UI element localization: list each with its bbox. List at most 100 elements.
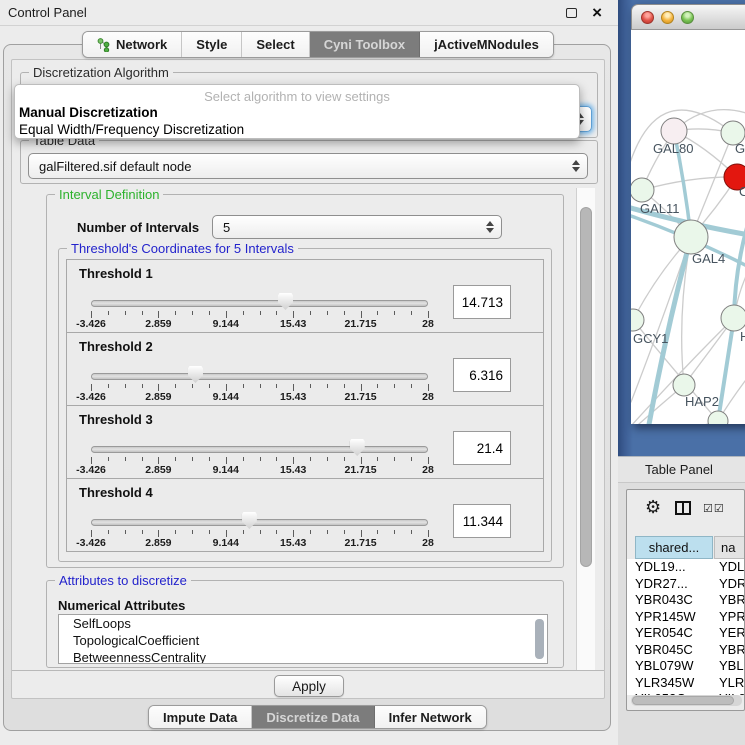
tick-mark	[108, 530, 109, 534]
threshold-slider-track[interactable]	[91, 373, 428, 380]
network-edge[interactable]	[631, 421, 718, 424]
close-icon[interactable]: ×	[592, 2, 602, 24]
threshold-slider-track[interactable]	[91, 300, 428, 307]
threshold-label: Threshold 3	[79, 412, 153, 427]
threshold-label: Threshold 1	[79, 266, 153, 281]
table-row[interactable]: YDL19...YDL1	[627, 559, 745, 576]
columns-icon[interactable]	[675, 501, 691, 515]
threshold-slider-handle[interactable]	[188, 366, 203, 383]
threshold-value-field[interactable]: 11.344	[453, 504, 511, 538]
slider-tick-labels: -3.4262.8599.14415.4321.71528	[91, 464, 428, 476]
numerical-attributes-list[interactable]: SelfLoopsTopologicalCoefficientBetweenne…	[58, 614, 548, 664]
threshold-slider-handle[interactable]	[350, 439, 365, 456]
cyni-bottom-tabbar: Impute DataDiscretize DataInfer Network	[148, 705, 487, 729]
network-canvas[interactable]: GAL80GCGAL11GAL4GCY1HHAP2	[631, 30, 745, 424]
number-of-intervals-combobox[interactable]: 5	[212, 215, 502, 239]
minimize-traffic-light-icon[interactable]	[661, 11, 674, 24]
table-row[interactable]: YBR043CYBR0	[627, 592, 745, 609]
cell-name: YBR0	[719, 642, 745, 657]
network-edge[interactable]	[642, 177, 737, 190]
table-horizontal-scrollbar-thumb[interactable]	[632, 696, 734, 705]
table-horizontal-scrollbar[interactable]	[631, 695, 742, 706]
tab-infer-network[interactable]: Infer Network	[375, 706, 486, 728]
table-row[interactable]: YLR345WYLR3	[627, 675, 745, 692]
node-red-label: C	[739, 184, 745, 199]
column-header-shared[interactable]: shared...	[635, 536, 713, 559]
network-view-frame: GAL80GCGAL11GAL4GCY1HHAP2	[618, 0, 745, 456]
tick-mark	[377, 530, 378, 534]
attribute-list-item[interactable]: TopologicalCoefficient	[59, 632, 547, 649]
tick-mark	[243, 311, 244, 315]
threshold-slider-track[interactable]	[91, 519, 428, 526]
tick-mark	[411, 311, 412, 315]
tick-mark	[142, 384, 143, 388]
table-row[interactable]: YBR045CYBR0	[627, 642, 745, 659]
table-row[interactable]: YDR27...YDR2	[627, 576, 745, 593]
tick-mark	[276, 311, 277, 315]
tick-label: 28	[422, 391, 434, 403]
tab-style[interactable]: Style	[182, 32, 242, 57]
tick-mark	[108, 457, 109, 461]
tick-mark	[394, 457, 395, 461]
attributes-list-scrollbar[interactable]	[535, 619, 544, 659]
threshold-slider-handle[interactable]	[242, 512, 257, 529]
tick-label: 28	[422, 318, 434, 330]
node-gcy1[interactable]	[631, 309, 644, 331]
tick-label: -3.426	[76, 391, 106, 403]
tick-mark	[108, 311, 109, 315]
float-window-icon[interactable]	[566, 8, 577, 18]
tick-mark	[209, 311, 210, 315]
network-edge-thick[interactable]	[718, 318, 734, 421]
node-gal4[interactable]	[674, 220, 708, 254]
tick-label: -3.426	[76, 318, 106, 330]
node-gal11[interactable]	[631, 178, 654, 202]
tab-discretize-data[interactable]: Discretize Data	[252, 706, 374, 728]
tick-mark	[310, 530, 311, 534]
column-header-na[interactable]: na	[714, 536, 745, 559]
tick-mark	[310, 457, 311, 461]
table-row[interactable]: YBL079WYBL0	[627, 658, 745, 675]
dropdown-item-equal-width-frequency[interactable]: Equal Width/Frequency Discretization	[19, 122, 244, 137]
gear-icon[interactable]: ⚙	[645, 497, 661, 518]
table-data-combobox[interactable]: galFiltered.sif default node	[28, 153, 588, 179]
attribute-list-item[interactable]: SelfLoops	[59, 615, 547, 632]
dropdown-item-manual-discretization[interactable]: Manual Discretization	[19, 105, 158, 120]
select-rows-icon[interactable]: ☑☑	[703, 502, 725, 515]
tick-mark	[276, 384, 277, 388]
threshold-slider-track[interactable]	[91, 446, 428, 453]
tick-mark	[158, 311, 159, 318]
algorithm-group-label: Discretization Algorithm	[29, 65, 173, 80]
node-h-partial[interactable]	[721, 305, 745, 331]
node-hap2[interactable]	[673, 374, 695, 396]
settings-scrollbar-thumb[interactable]	[580, 207, 592, 567]
close-traffic-light-icon[interactable]	[641, 11, 654, 24]
tick-mark	[158, 530, 159, 537]
threshold-value-field[interactable]: 6.316	[453, 358, 511, 392]
control-panel-frame: Discretization Algorithm Select algorith…	[3, 44, 611, 731]
tab-jactivemnodules[interactable]: jActiveMNodules	[420, 32, 553, 57]
tick-mark	[428, 530, 429, 537]
table-row[interactable]: YPR145WYPR1	[627, 609, 745, 626]
network-window: GAL80GCGAL11GAL4GCY1HHAP2	[631, 4, 745, 424]
tick-mark	[209, 530, 210, 534]
tab-select[interactable]: Select	[242, 32, 309, 57]
zoom-traffic-light-icon[interactable]	[681, 11, 694, 24]
threshold-list: Threshold 1 -3.4262.8599.14415.4321.71528…	[66, 260, 544, 552]
tab-impute-data[interactable]: Impute Data	[149, 706, 252, 728]
table-row[interactable]: YER054CYER0	[627, 625, 745, 642]
threshold-value-field[interactable]: 21.4	[453, 431, 511, 465]
node-g-partial-label: G	[735, 141, 745, 156]
interval-definition-group-label: Interval Definition	[55, 187, 163, 202]
combo-stepper-icon	[571, 159, 580, 173]
dropdown-placeholder-item: Select algorithm to view settings	[15, 89, 579, 104]
tab-cyni-toolbox[interactable]: Cyni Toolbox	[310, 32, 420, 57]
number-of-intervals-value: 5	[223, 220, 230, 235]
threshold-slider-handle[interactable]	[278, 293, 293, 310]
attribute-list-item[interactable]: BetweennessCentrality	[59, 649, 547, 664]
tab-network[interactable]: Network	[83, 32, 182, 57]
right-column: GAL80GCGAL11GAL4GCY1HHAP2 Table Panel ⚙ …	[618, 0, 745, 745]
threshold-value-field[interactable]: 14.713	[453, 285, 511, 319]
apply-button[interactable]: Apply	[274, 675, 344, 697]
tick-label: 2.859	[145, 318, 171, 330]
settings-scrollbar[interactable]	[576, 188, 595, 670]
